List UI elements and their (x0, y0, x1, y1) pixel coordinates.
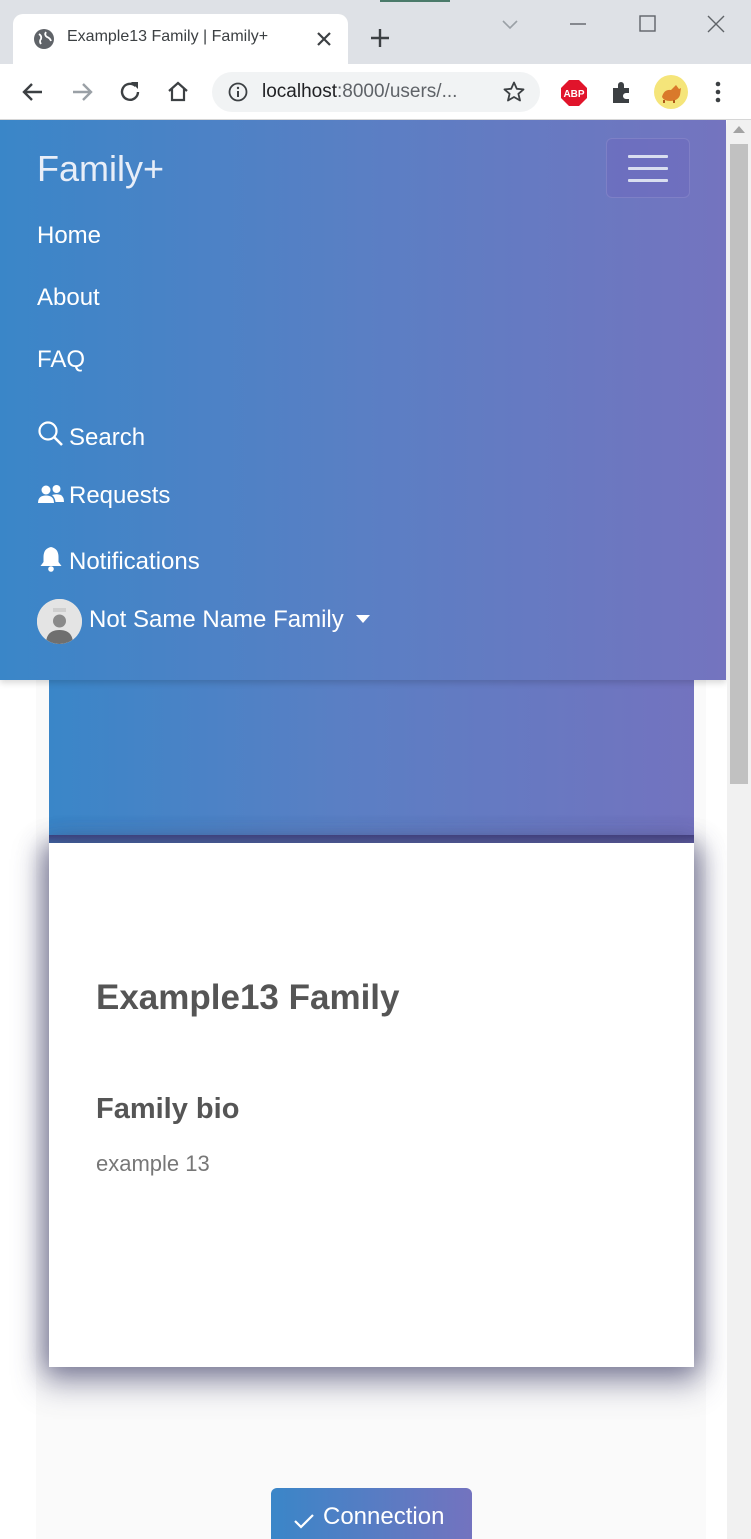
bookmark-star-icon[interactable] (502, 80, 526, 104)
scroll-up-arrow-icon[interactable] (733, 126, 745, 133)
home-icon[interactable] (165, 79, 191, 105)
nav-link-home[interactable]: Home (37, 222, 101, 250)
hamburger-bar (628, 179, 668, 182)
url-path: :8000/users/... (337, 81, 458, 102)
navbar: Family+ Home About FAQ Search Requests N… (0, 120, 726, 680)
profile-name: Not Same Name Family (89, 606, 344, 633)
browser-tab[interactable]: Example13 Family | Family+ (13, 14, 348, 64)
nav-link-about[interactable]: About (37, 284, 100, 312)
bell-icon (40, 547, 62, 572)
connection-button[interactable]: Connection (271, 1488, 472, 1539)
tab-title: Example13 Family | Family+ (67, 28, 269, 45)
nav-notifications-label: Notifications (69, 548, 200, 575)
profile-extension-icon[interactable] (654, 75, 688, 109)
maximize-icon[interactable] (636, 12, 660, 36)
hamburger-bar (628, 155, 668, 158)
reload-icon[interactable] (117, 79, 143, 105)
more-menu-icon[interactable] (706, 79, 730, 105)
scrollbar-thumb[interactable] (730, 144, 748, 784)
profile-card: Example13 Family Family bio example 13 (49, 843, 694, 1367)
nav-search-label: Search (69, 424, 146, 451)
extensions-puzzle-icon[interactable] (609, 79, 635, 105)
page-viewport: Example13 Family Family bio example 13 C… (0, 120, 751, 1539)
minimize-icon[interactable] (566, 12, 590, 36)
bio-text: example 13 (96, 1151, 210, 1176)
nav-link-faq[interactable]: FAQ (37, 346, 85, 374)
url-host: localhost (262, 81, 337, 102)
close-tab-icon[interactable] (313, 28, 335, 50)
back-arrow-icon[interactable] (20, 79, 46, 105)
nav-link-search[interactable]: Search (37, 420, 145, 452)
corgi-icon (662, 85, 681, 103)
forward-arrow-icon[interactable] (69, 79, 95, 105)
people-icon (38, 485, 64, 503)
checkmark-icon (294, 1514, 314, 1529)
site-info-icon[interactable] (228, 82, 248, 102)
hamburger-bar (628, 167, 668, 170)
connection-button-label: Connection (323, 1503, 445, 1530)
nav-requests-label: Requests (69, 482, 171, 509)
search-icon (38, 421, 63, 446)
address-bar[interactable]: localhost:8000/users/... (212, 72, 540, 112)
page-scrollbar[interactable] (727, 120, 751, 1539)
adblock-plus-icon[interactable]: ABP (560, 79, 588, 107)
url-text: localhost:8000/users/... (262, 81, 457, 103)
default-user-avatar-icon (37, 599, 82, 644)
new-tab-icon[interactable] (368, 26, 392, 50)
caret-down-icon (355, 615, 370, 623)
browser-toolbar: localhost:8000/users/... ABP (0, 64, 751, 120)
tab-search-chevron-icon[interactable] (500, 14, 520, 34)
profile-dropdown-toggle[interactable]: Not Same Name Family (89, 606, 370, 634)
brand-logo-link[interactable]: Family+ (37, 148, 164, 190)
globe-icon (34, 29, 54, 49)
svg-text:ABP: ABP (563, 89, 584, 100)
nav-link-requests[interactable]: Requests (37, 482, 170, 510)
navbar-toggler-button[interactable] (606, 138, 690, 198)
tab-strip: Example13 Family | Family+ (0, 0, 751, 64)
bio-heading: Family bio (96, 1093, 240, 1125)
close-window-icon[interactable] (704, 12, 728, 36)
nav-link-notifications[interactable]: Notifications (37, 544, 200, 576)
family-name-heading: Example13 Family (96, 978, 400, 1017)
window-accent-line (380, 0, 450, 2)
user-avatar[interactable] (37, 599, 82, 644)
